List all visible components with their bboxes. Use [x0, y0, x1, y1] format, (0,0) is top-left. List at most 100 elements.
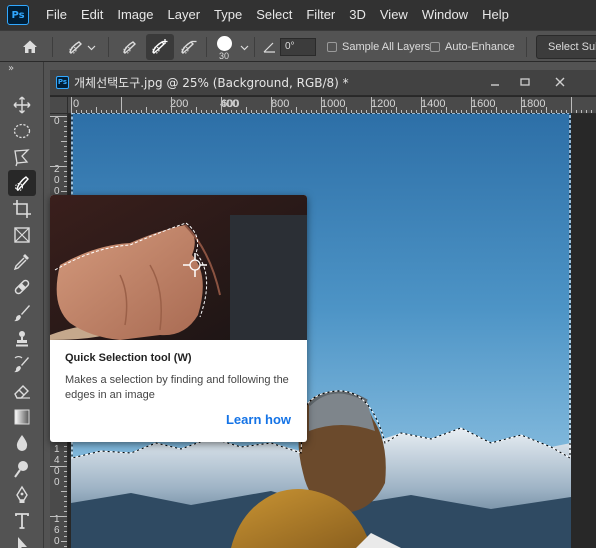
ruler-label: 1 6 0 0 [54, 514, 60, 548]
maximize-button[interactable] [510, 70, 540, 94]
elliptical-marquee-tool[interactable] [8, 118, 36, 144]
menu-3d[interactable]: 3D [342, 0, 373, 30]
clone-stamp-tool[interactable] [8, 326, 36, 352]
brush-size-picker[interactable]: 30 [212, 31, 236, 63]
history-brush-tool[interactable] [8, 352, 36, 378]
options-bar: 30 0° Sample All Layers Auto-Enhance Sel… [0, 30, 596, 62]
add-to-selection-icon [152, 39, 168, 54]
crop-icon [13, 200, 31, 218]
eraser-tool[interactable] [8, 378, 36, 404]
eyedropper-tool[interactable] [8, 248, 36, 274]
path-selection-tool[interactable] [8, 532, 36, 548]
frame-tool[interactable] [8, 222, 36, 248]
type-tool[interactable] [8, 508, 36, 534]
frame-icon [14, 227, 30, 243]
dodge-tool[interactable] [8, 456, 36, 482]
maximize-icon [520, 78, 530, 86]
menu-image[interactable]: Image [110, 0, 160, 30]
document-title: 개체선택도구.jpg @ 25% (Background, RGB/8) * [74, 76, 349, 90]
auto-enhance-checkbox[interactable]: Auto-Enhance [430, 31, 515, 63]
ruler-tick [64, 506, 67, 507]
tool-preset-picker[interactable] [60, 31, 102, 63]
ruler-tick [571, 97, 572, 113]
ruler-label: 1600 [471, 98, 496, 110]
checkbox-box[interactable] [327, 42, 337, 52]
checkbox-box[interactable] [430, 42, 440, 52]
menu-type[interactable]: Type [207, 0, 249, 30]
quick-selection-icon [15, 176, 29, 191]
ps-file-icon: Ps [56, 76, 69, 89]
menu-filter[interactable]: Filter [299, 0, 342, 30]
dodge-icon [14, 461, 28, 478]
ruler-tick [64, 511, 67, 512]
ruler-tick [471, 97, 472, 113]
home-button[interactable] [14, 31, 46, 63]
crop-tool[interactable] [8, 196, 36, 222]
ruler-label: 1800 [521, 98, 546, 110]
eraser-icon [14, 385, 30, 399]
ruler-label: 1400 [421, 98, 446, 110]
horizontal-ruler[interactable]: 0 200 400 600 800 1000 1200 1400 1600 18… [68, 97, 596, 114]
menu-help[interactable]: Help [475, 0, 516, 30]
select-subject-button[interactable]: Select Subject [536, 35, 596, 59]
menu-view[interactable]: View [373, 0, 415, 30]
history-brush-icon [14, 356, 29, 373]
ruler-tick [64, 156, 67, 157]
ruler-tick [64, 161, 67, 162]
brush-options-dropdown[interactable] [237, 31, 251, 63]
minimize-button[interactable] [480, 70, 510, 94]
brush-tool[interactable] [8, 300, 36, 326]
close-button[interactable] [545, 70, 575, 94]
ruler-label: 1000 [321, 98, 346, 110]
ruler-tick [61, 491, 67, 492]
chevron-down-icon [240, 45, 248, 50]
ruler-tick [64, 476, 67, 477]
ruler-tick [64, 526, 67, 527]
menu-layer[interactable]: Layer [161, 0, 208, 30]
home-icon [23, 40, 37, 53]
ruler-tick [64, 171, 67, 172]
ruler-tick [64, 131, 67, 132]
ruler-tick [61, 191, 67, 192]
healing-brush-tool[interactable] [8, 274, 36, 300]
sample-all-layers-checkbox[interactable]: Sample All Layers [327, 31, 430, 63]
learn-how-link[interactable]: Learn how [226, 412, 291, 427]
lasso-tool[interactable] [8, 144, 36, 170]
ruler-tick [50, 516, 67, 517]
ruler-tick [64, 471, 67, 472]
menu-edit[interactable]: Edit [74, 0, 110, 30]
blur-tool[interactable] [8, 430, 36, 456]
ruler-tick [64, 181, 67, 182]
ruler-tick [321, 97, 322, 113]
gradient-tool[interactable] [8, 404, 36, 430]
ruler-corner [50, 97, 68, 114]
collapse-panel-icon[interactable]: » [8, 63, 14, 74]
arrow-cursor-icon [18, 537, 27, 548]
menu-select[interactable]: Select [249, 0, 299, 30]
subtract-from-selection-button[interactable] [176, 31, 202, 63]
ruler-tick [64, 461, 67, 462]
ruler-label: 600 [221, 98, 240, 110]
ruler-tick [64, 456, 67, 457]
ruler-tick [64, 451, 67, 452]
ruler-tick [50, 116, 67, 117]
move-tool[interactable] [8, 92, 36, 118]
ruler-tick [221, 97, 222, 113]
pen-tool[interactable] [8, 482, 36, 508]
brush-icon [14, 305, 30, 322]
angle-input[interactable]: 0° [280, 38, 316, 56]
elliptical-marquee-icon [13, 123, 31, 139]
quick-selection-tool[interactable] [8, 170, 36, 196]
add-to-selection-button[interactable] [146, 34, 174, 60]
new-selection-button[interactable] [118, 31, 144, 63]
tooltip-title: Quick Selection tool (W) [65, 352, 192, 364]
app-logo: Ps [7, 5, 29, 25]
brush-tip-icon [216, 35, 232, 51]
minimize-icon [491, 84, 499, 86]
ruler-tick [421, 97, 422, 113]
menu-window[interactable]: Window [415, 0, 475, 30]
menu-file[interactable]: File [39, 0, 74, 30]
water-drop-icon [16, 435, 28, 451]
document-tab[interactable]: Ps 개체선택도구.jpg @ 25% (Background, RGB/8) … [50, 70, 596, 96]
hand-selection-preview [50, 195, 307, 340]
